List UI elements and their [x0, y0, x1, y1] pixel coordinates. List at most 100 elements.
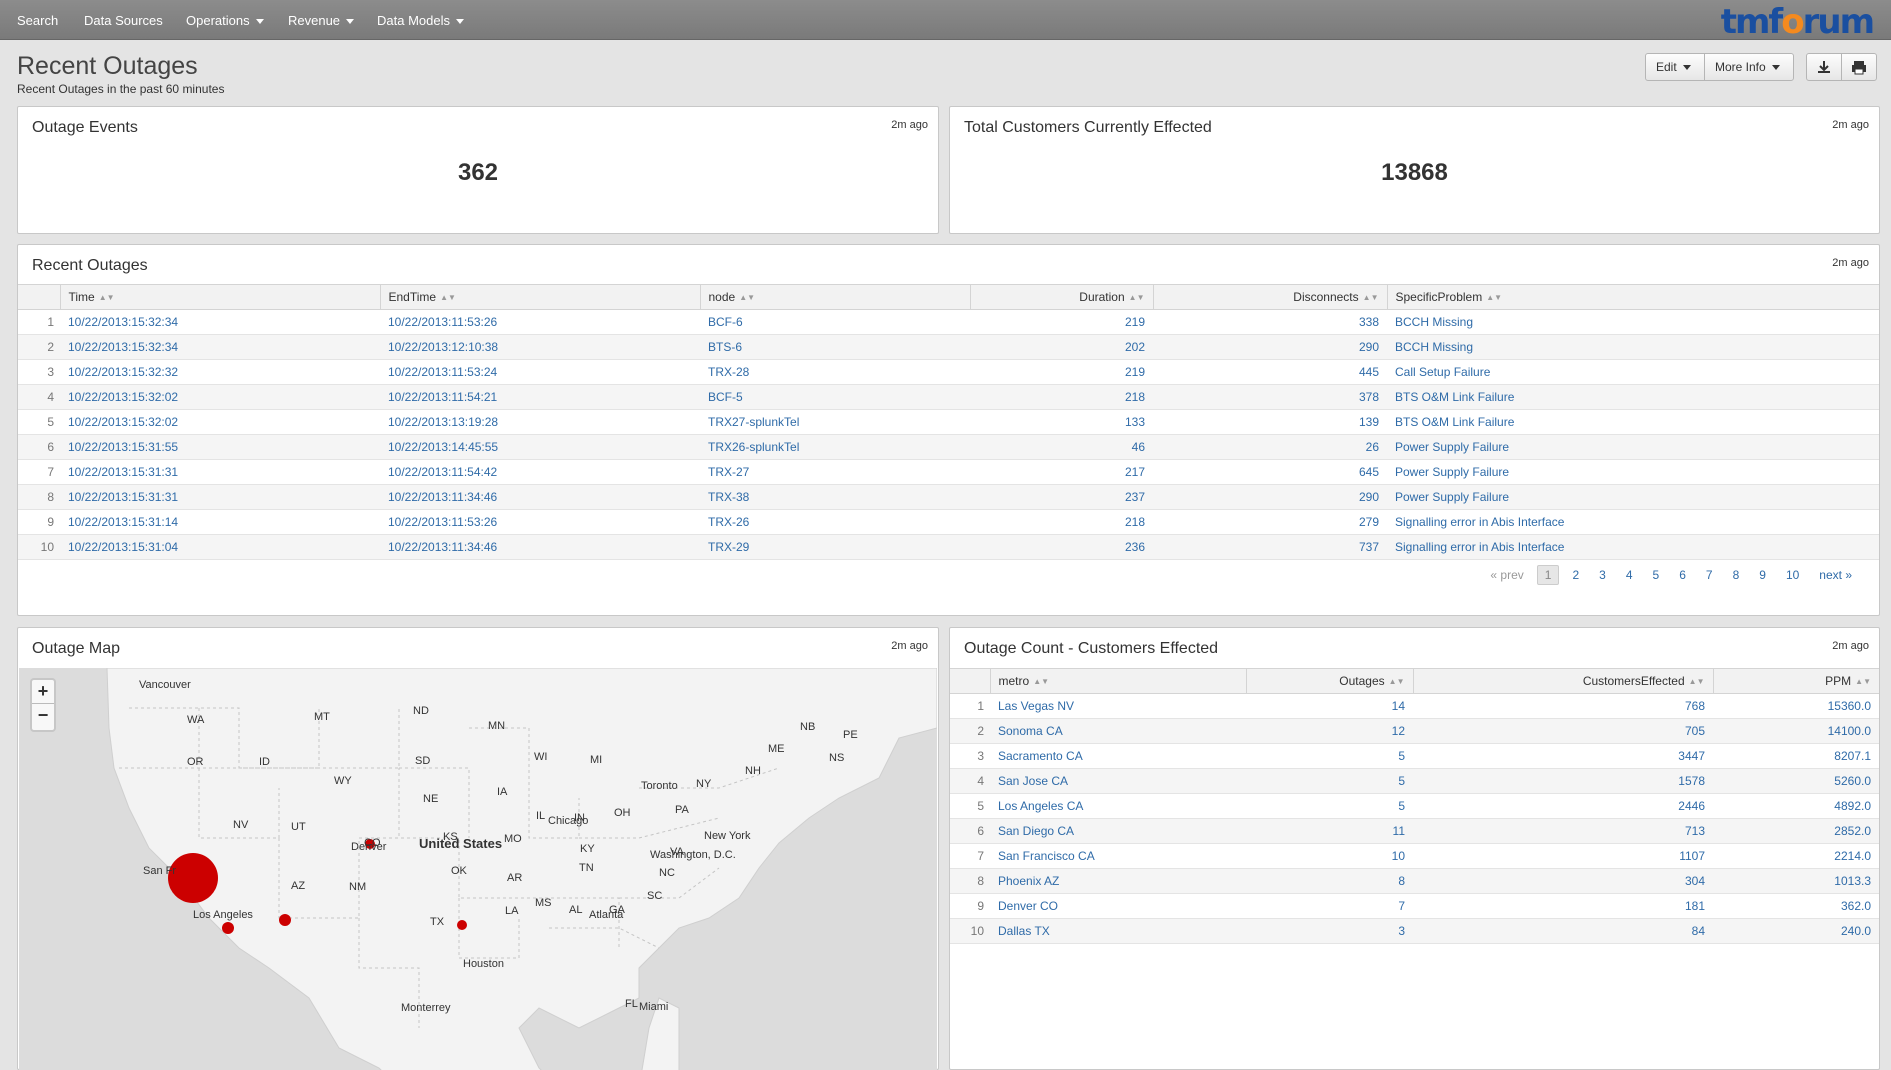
- table-cell[interactable]: Denver CO: [990, 893, 1246, 919]
- pagination-page[interactable]: 7: [1699, 566, 1720, 584]
- table-cell[interactable]: 10/22/2013:15:32:34: [60, 334, 380, 360]
- table-cell[interactable]: 10/22/2013:11:54:42: [380, 459, 700, 485]
- outage-marker[interactable]: [222, 922, 234, 934]
- column-header-disconnects[interactable]: Disconnects ▲▼: [1152, 284, 1387, 310]
- column-header-outages[interactable]: Outages ▲▼: [1245, 668, 1413, 694]
- table-cell[interactable]: 10/22/2013:15:32:02: [60, 409, 380, 435]
- table-cell[interactable]: BCF-5: [700, 384, 970, 410]
- table-cell[interactable]: Los Angeles CA: [990, 793, 1246, 819]
- table-cell[interactable]: Power Supply Failure: [1387, 434, 1879, 460]
- table-cell[interactable]: 3: [1246, 918, 1413, 944]
- table-cell[interactable]: 304: [1413, 868, 1713, 894]
- table-cell[interactable]: 10/22/2013:11:34:46: [380, 484, 700, 510]
- table-cell[interactable]: 236: [970, 534, 1153, 560]
- column-header-time[interactable]: Time ▲▼: [59, 284, 380, 310]
- table-row[interactable]: 10 10/22/2013:15:31:04 10/22/2013:11:34:46…: [18, 534, 1879, 560]
- table-cell[interactable]: 237: [970, 484, 1153, 510]
- table-cell[interactable]: Sonoma CA: [990, 718, 1246, 744]
- table-cell[interactable]: 5: [1246, 793, 1413, 819]
- table-cell[interactable]: 705: [1413, 718, 1713, 744]
- table-cell[interactable]: 5: [1246, 768, 1413, 794]
- table-cell[interactable]: 219: [970, 359, 1153, 385]
- column-header-customers-effected[interactable]: CustomersEffected ▲▼: [1412, 668, 1713, 694]
- table-cell[interactable]: 1013.3: [1713, 868, 1879, 894]
- table-cell[interactable]: 5260.0: [1713, 768, 1879, 794]
- column-header-ppm[interactable]: PPM ▲▼: [1712, 668, 1879, 694]
- table-cell[interactable]: 10/22/2013:11:53:26: [380, 309, 700, 335]
- table-cell[interactable]: Power Supply Failure: [1387, 459, 1879, 485]
- table-cell[interactable]: 768: [1413, 693, 1713, 719]
- table-cell[interactable]: TRX-26: [700, 509, 970, 535]
- table-row[interactable]: 7 San Francisco CA 10 1107 2214.0: [950, 843, 1879, 869]
- table-cell[interactable]: 10/22/2013:15:31:31: [60, 459, 380, 485]
- table-cell[interactable]: 14100.0: [1713, 718, 1879, 744]
- table-row[interactable]: 9 Denver CO 7 181 362.0: [950, 893, 1879, 919]
- outage-marker[interactable]: [457, 920, 467, 930]
- pagination-page[interactable]: 9: [1752, 566, 1773, 584]
- table-cell[interactable]: Las Vegas NV: [990, 693, 1246, 719]
- export-button[interactable]: [1806, 53, 1842, 81]
- table-cell[interactable]: 2446: [1413, 793, 1713, 819]
- table-cell[interactable]: Sacramento CA: [990, 743, 1246, 769]
- table-row[interactable]: 3 Sacramento CA 5 3447 8207.1: [950, 743, 1879, 769]
- table-cell[interactable]: 11: [1246, 818, 1413, 844]
- table-row[interactable]: 7 10/22/2013:15:31:31 10/22/2013:11:54:42 T…: [18, 459, 1879, 485]
- table-cell[interactable]: 10/22/2013:14:45:55: [380, 434, 700, 460]
- table-cell[interactable]: 4892.0: [1713, 793, 1879, 819]
- table-cell[interactable]: 26: [1153, 434, 1387, 460]
- table-cell[interactable]: 15360.0: [1713, 693, 1879, 719]
- column-header-duration[interactable]: Duration ▲▼: [969, 284, 1153, 310]
- table-row[interactable]: 5 Los Angeles CA 5 2446 4892.0: [950, 793, 1879, 819]
- column-header-metro[interactable]: metro ▲▼: [989, 668, 1246, 694]
- table-cell[interactable]: 181: [1413, 893, 1713, 919]
- pagination-page[interactable]: 5: [1646, 566, 1667, 584]
- table-cell[interactable]: 279: [1153, 509, 1387, 535]
- table-cell[interactable]: Dallas TX: [990, 918, 1246, 944]
- table-cell[interactable]: San Diego CA: [990, 818, 1246, 844]
- pagination-page[interactable]: 4: [1619, 566, 1640, 584]
- table-cell[interactable]: TRX27-splunkTel: [700, 409, 970, 435]
- table-cell[interactable]: 713: [1413, 818, 1713, 844]
- table-cell[interactable]: BCCH Missing: [1387, 309, 1879, 335]
- print-button[interactable]: [1841, 53, 1877, 81]
- table-cell[interactable]: 10/22/2013:15:32:34: [60, 309, 380, 335]
- pagination-prev[interactable]: « prev: [1483, 566, 1530, 584]
- table-row[interactable]: 1 Las Vegas NV 14 768 15360.0: [950, 693, 1879, 719]
- nav-data-models[interactable]: Data Models: [377, 13, 464, 28]
- table-cell[interactable]: 202: [970, 334, 1153, 360]
- table-cell[interactable]: 8207.1: [1713, 743, 1879, 769]
- table-cell[interactable]: 2214.0: [1713, 843, 1879, 869]
- table-cell[interactable]: 1107: [1413, 843, 1713, 869]
- table-cell[interactable]: 10/22/2013:13:19:28: [380, 409, 700, 435]
- table-cell[interactable]: Signalling error in Abis Interface: [1387, 534, 1879, 560]
- column-header-endtime[interactable]: EndTime ▲▼: [379, 284, 700, 310]
- table-row[interactable]: 4 San Jose CA 5 1578 5260.0: [950, 768, 1879, 794]
- table-cell[interactable]: 8: [1246, 868, 1413, 894]
- zoom-in-button[interactable]: +: [32, 680, 54, 704]
- table-cell[interactable]: 219: [970, 309, 1153, 335]
- table-cell[interactable]: BTS O&M Link Failure: [1387, 384, 1879, 410]
- table-cell[interactable]: BCCH Missing: [1387, 334, 1879, 360]
- table-cell[interactable]: 5: [1246, 743, 1413, 769]
- table-cell[interactable]: 10/22/2013:11:53:26: [380, 509, 700, 535]
- table-cell[interactable]: TRX-29: [700, 534, 970, 560]
- column-header-node[interactable]: node ▲▼: [699, 284, 970, 310]
- nav-search[interactable]: Search: [17, 13, 58, 28]
- table-cell[interactable]: 10/22/2013:15:31:14: [60, 509, 380, 535]
- table-cell[interactable]: 10/22/2013:15:32:32: [60, 359, 380, 385]
- table-row[interactable]: 9 10/22/2013:15:31:14 10/22/2013:11:53:26 T…: [18, 509, 1879, 535]
- table-cell[interactable]: TRX-28: [700, 359, 970, 385]
- table-cell[interactable]: 139: [1153, 409, 1387, 435]
- table-cell[interactable]: TRX-38: [700, 484, 970, 510]
- table-cell[interactable]: 84: [1413, 918, 1713, 944]
- table-cell[interactable]: 10/22/2013:12:10:38: [380, 334, 700, 360]
- table-row[interactable]: 3 10/22/2013:15:32:32 10/22/2013:11:53:24 T…: [18, 359, 1879, 385]
- outage-marker-large[interactable]: [168, 853, 218, 903]
- zoom-out-button[interactable]: −: [32, 704, 54, 728]
- table-cell[interactable]: 338: [1153, 309, 1387, 335]
- table-row[interactable]: 1 10/22/2013:15:32:34 10/22/2013:11:53:26 B…: [18, 309, 1879, 335]
- pagination-page[interactable]: 6: [1672, 566, 1693, 584]
- table-cell[interactable]: BCF-6: [700, 309, 970, 335]
- table-cell[interactable]: 10: [1246, 843, 1413, 869]
- pagination-next[interactable]: next »: [1812, 566, 1859, 584]
